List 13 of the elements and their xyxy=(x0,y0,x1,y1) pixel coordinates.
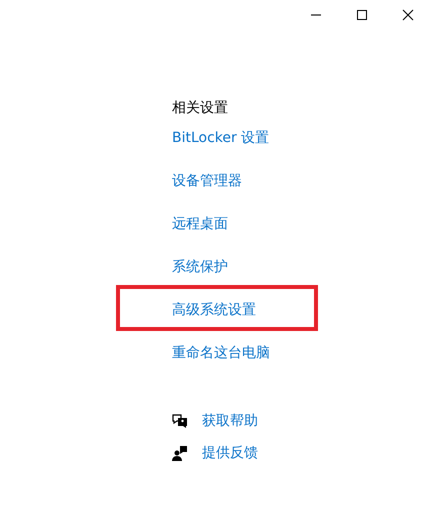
person-speech-icon xyxy=(172,445,188,461)
settings-link[interactable]: 远程桌面 xyxy=(172,216,228,232)
settings-link[interactable]: 重命名这台电脑 xyxy=(172,345,270,361)
settings-link[interactable]: BitLocker 设置 xyxy=(172,130,270,146)
settings-link[interactable]: 高级系统设置 xyxy=(172,302,256,318)
chat-question-icon xyxy=(171,413,189,429)
settings-link[interactable]: 设备管理器 xyxy=(172,173,242,189)
close-icon xyxy=(402,9,414,21)
support-link[interactable]: 获取帮助 xyxy=(202,411,258,431)
section-heading: 相关设置 xyxy=(172,99,229,118)
settings-link[interactable]: 系统保护 xyxy=(172,259,228,275)
maximize-icon xyxy=(356,9,368,21)
support-link[interactable]: 提供反馈 xyxy=(202,443,258,463)
